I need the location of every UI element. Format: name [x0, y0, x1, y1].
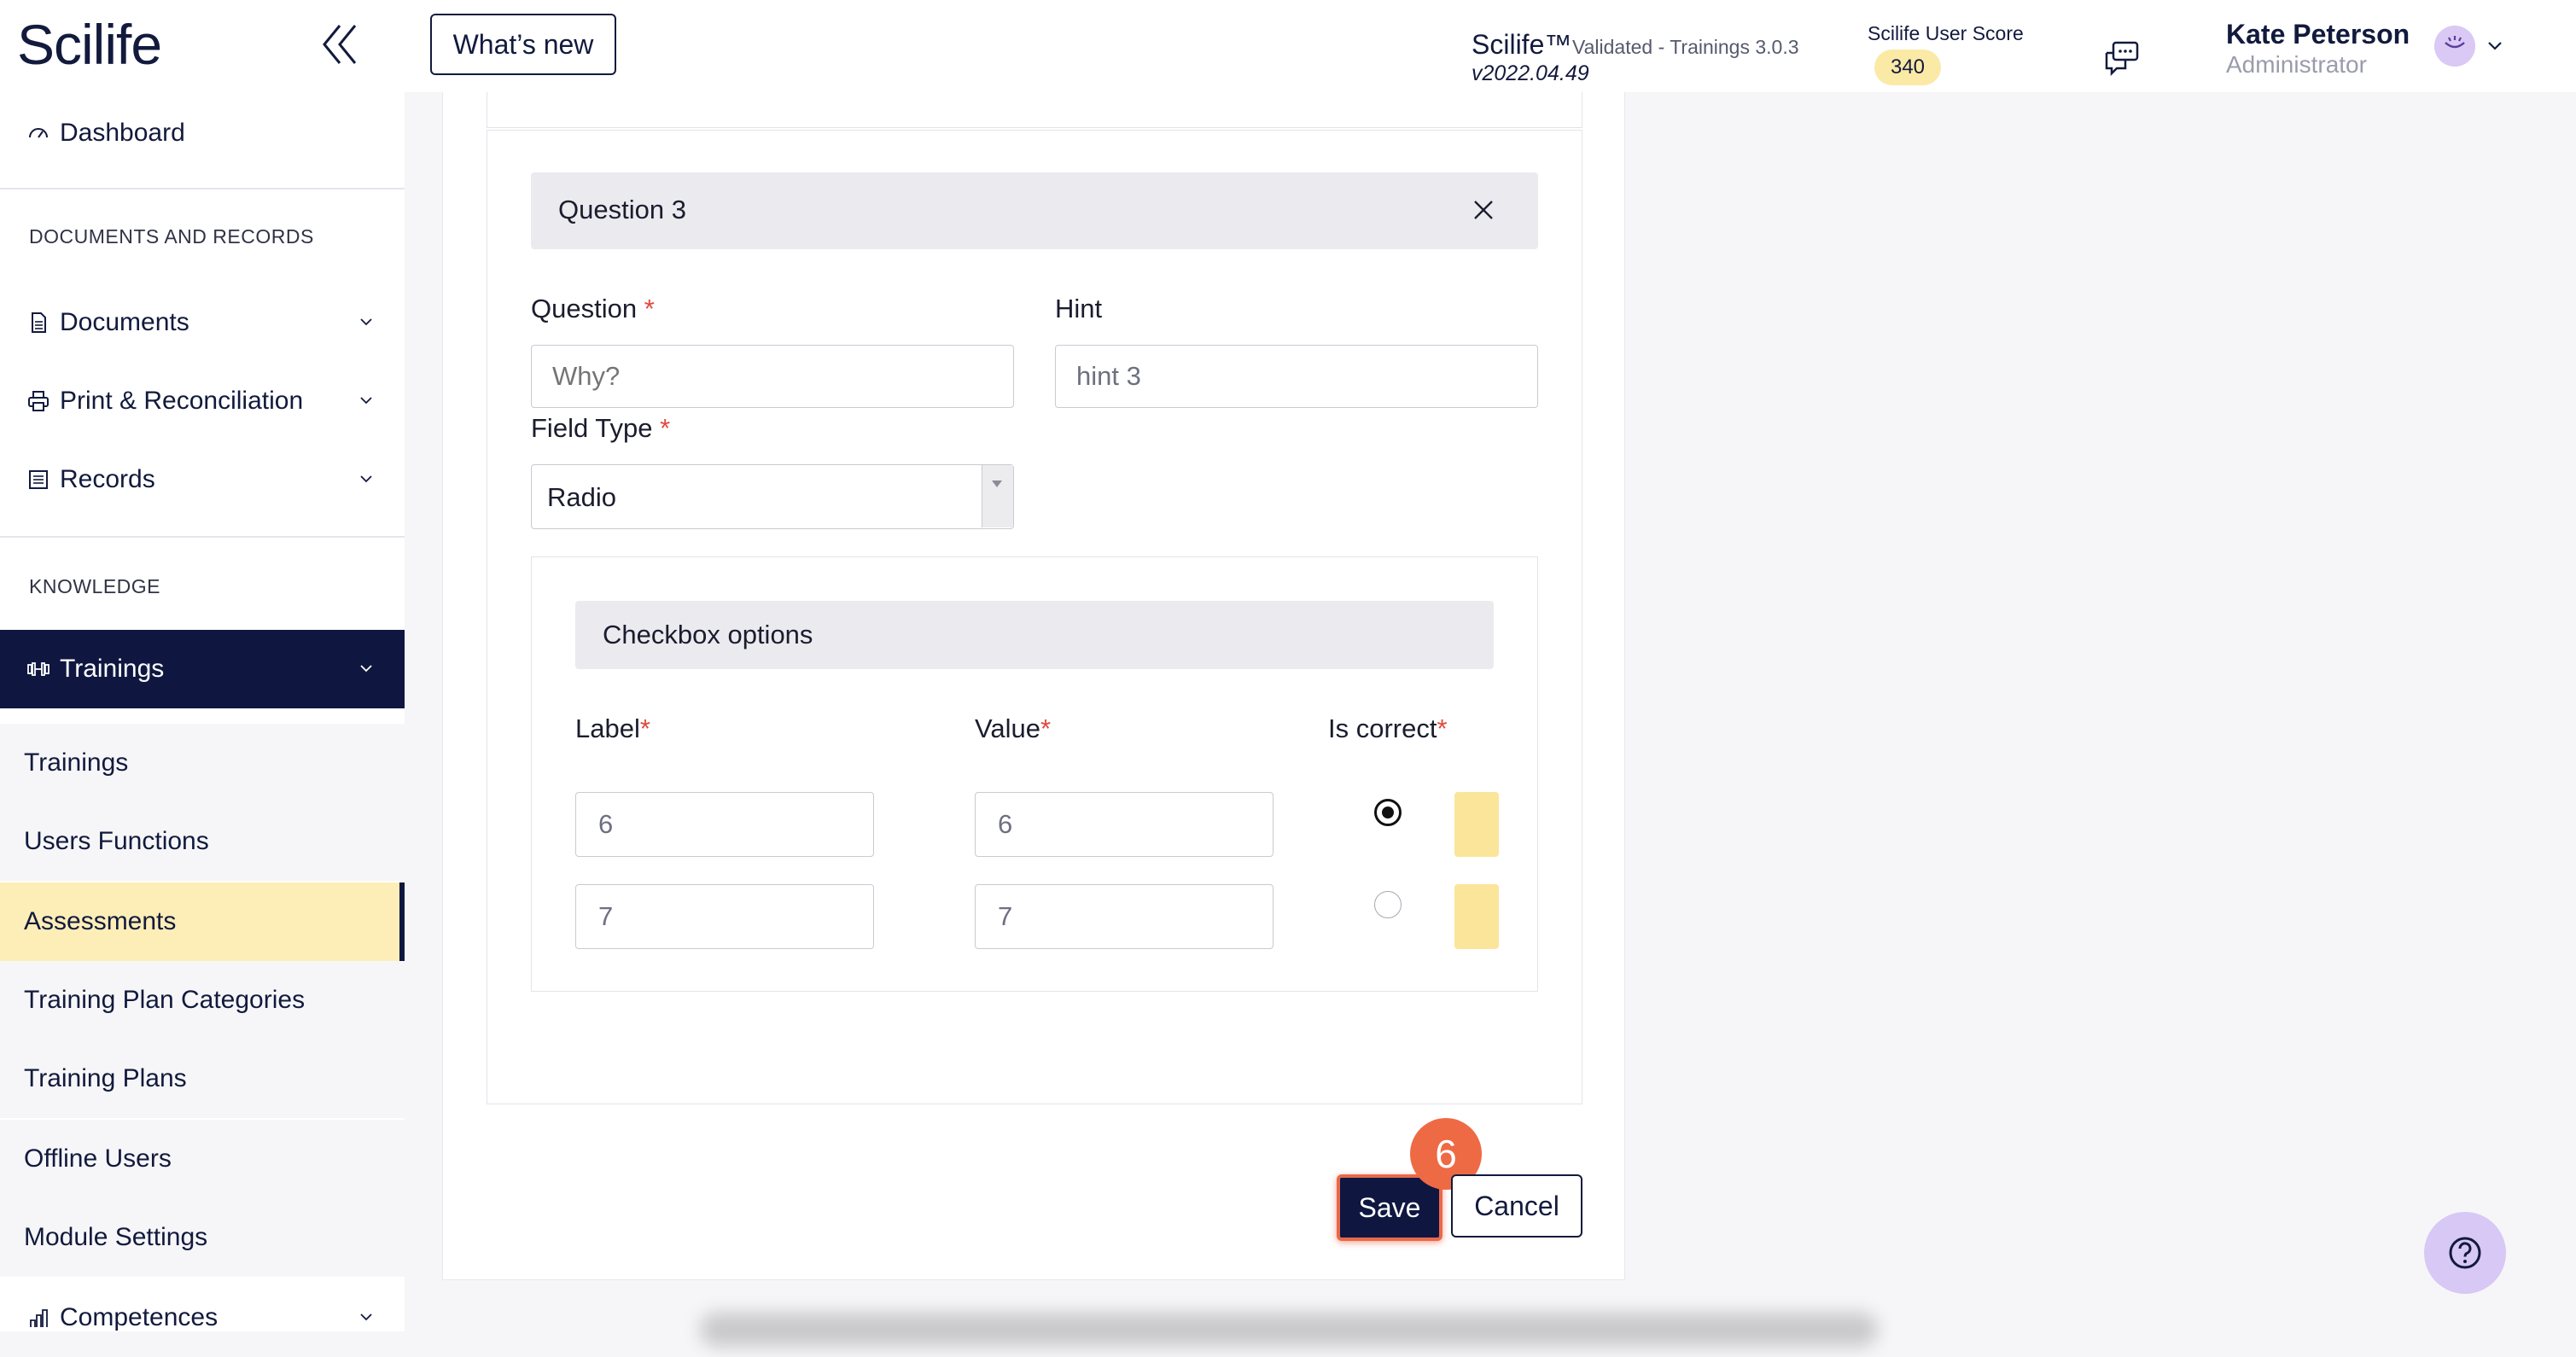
user-score-badge: 340	[1874, 50, 1941, 85]
chevron-down-icon	[360, 475, 372, 483]
document-icon	[32, 312, 46, 333]
question-header: Question 3	[531, 172, 1538, 249]
sidebar-subitem-users-functions[interactable]: Users Functions	[0, 802, 405, 881]
sidebar: Dashboard DOCUMENTS AND RECORDS Document…	[0, 92, 405, 1331]
column-value-header: Value*	[975, 713, 1051, 744]
sidebar-item-print-reconciliation[interactable]: Print & Reconciliation	[0, 362, 405, 440]
sidebar-item-records[interactable]: Records	[0, 440, 405, 519]
field-type-label-text: Field Type	[531, 413, 653, 443]
cancel-button[interactable]: Cancel	[1451, 1174, 1582, 1238]
sidebar-item-label: Dashboard	[60, 119, 185, 147]
column-label-header: Label*	[575, 713, 650, 744]
option-label-input[interactable]: 7	[575, 884, 874, 949]
user-name[interactable]: Kate Peterson	[2226, 19, 2410, 50]
sidebar-subitem-module-settings[interactable]: Module Settings	[0, 1198, 405, 1277]
sidebar-item-label: Documents	[60, 308, 189, 336]
close-icon[interactable]	[1472, 198, 1495, 222]
option-value-input[interactable]: 6	[975, 792, 1273, 857]
scilife-logo[interactable]: Scilife	[17, 12, 162, 77]
field-type-selected-value: Radio	[547, 482, 616, 512]
caret-down-icon	[992, 480, 1002, 487]
printer-icon	[28, 391, 49, 411]
column-label-text: Label	[575, 713, 640, 743]
app-version: v2022.04.49	[1472, 61, 1589, 85]
required-mark: *	[1040, 713, 1052, 743]
hint-input[interactable]	[1055, 345, 1538, 408]
column-is-correct-text: Is correct	[1328, 713, 1437, 743]
question-input[interactable]	[531, 345, 1014, 408]
sidebar-section-knowledge: KNOWLEDGE	[29, 575, 161, 597]
option-correct-radio-selected[interactable]	[1374, 799, 1402, 826]
sidebar-item-documents[interactable]: Documents	[0, 283, 405, 362]
sidebar-item-trainings-group[interactable]: Trainings	[0, 630, 405, 708]
chevron-down-icon	[360, 397, 372, 405]
collapse-sidebar-icon[interactable]	[321, 19, 358, 70]
option-row-action[interactable]	[1454, 792, 1499, 857]
chevron-down-icon	[360, 1313, 372, 1321]
checkbox-options-title: Checkbox options	[603, 620, 813, 649]
whats-new-button[interactable]: What’s new	[430, 14, 616, 75]
sidebar-divider	[0, 536, 405, 538]
dashboard-gauge-icon	[29, 128, 48, 138]
required-mark: *	[1437, 713, 1448, 743]
required-mark: *	[644, 294, 655, 323]
validated-version-text: Validated - Trainings 3.0.3	[1572, 36, 1799, 58]
option-value-input[interactable]: 7	[975, 884, 1273, 949]
brand-name: Scilife™	[1472, 29, 1572, 60]
top-header: Scilife What’s new Scilife™ Validated - …	[0, 0, 2576, 92]
sidebar-subitem-training-plan-categories[interactable]: Training Plan Categories	[0, 961, 405, 1040]
sidebar-subitem-assessments[interactable]: Assessments	[0, 882, 405, 961]
required-mark: *	[639, 713, 650, 743]
field-type-label: Field Type *	[531, 413, 670, 444]
sidebar-subitem-trainings[interactable]: Trainings	[0, 724, 405, 802]
sidebar-item-dashboard[interactable]: Dashboard	[0, 94, 405, 172]
question-title: Question 3	[558, 195, 686, 224]
sidebar-subitem-training-plans[interactable]: Training Plans	[0, 1040, 405, 1118]
user-avatar-icon[interactable]	[2434, 26, 2475, 67]
competences-icon	[30, 1309, 48, 1327]
sidebar-divider	[0, 188, 405, 189]
sidebar-item-label: Trainings	[60, 655, 165, 683]
sidebar-item-label: Records	[60, 465, 155, 493]
sidebar-section-documents: DOCUMENTS AND RECORDS	[29, 225, 314, 248]
user-role: Administrator	[2226, 51, 2367, 78]
previous-question-card	[487, 92, 1582, 128]
field-type-select[interactable]: Radio	[531, 464, 1014, 529]
required-mark: *	[660, 413, 671, 443]
sidebar-item-label: Print & Reconciliation	[60, 387, 304, 415]
bottom-shadow	[700, 1313, 1878, 1347]
option-row-action[interactable]	[1454, 884, 1499, 949]
column-is-correct-header: Is correct*	[1328, 713, 1448, 744]
option-correct-radio[interactable]	[1374, 891, 1402, 918]
question-label-text: Question	[531, 294, 638, 323]
sidebar-item-label: Competences	[60, 1303, 219, 1331]
sidebar-item-competences[interactable]: Competences	[0, 1278, 405, 1357]
question-mark-icon	[2449, 1237, 2481, 1269]
question-label: Question *	[531, 294, 655, 324]
chat-feedback-icon[interactable]	[2103, 39, 2141, 77]
user-score-label: Scilife User Score	[1868, 22, 2024, 44]
chevron-down-icon	[360, 665, 372, 673]
user-menu-chevron-icon[interactable]	[2486, 36, 2504, 55]
column-value-text: Value	[975, 713, 1040, 743]
checkbox-options-header: Checkbox options	[575, 601, 1494, 669]
sidebar-subitem-offline-users[interactable]: Offline Users	[0, 1120, 405, 1198]
records-icon	[29, 470, 48, 489]
chevron-down-icon	[360, 318, 372, 326]
dumbbell-icon	[27, 662, 50, 676]
hint-label: Hint	[1055, 294, 1103, 323]
select-dropdown-button[interactable]	[982, 465, 1013, 527]
help-button[interactable]	[2424, 1212, 2506, 1294]
option-label-input[interactable]: 6	[575, 792, 874, 857]
